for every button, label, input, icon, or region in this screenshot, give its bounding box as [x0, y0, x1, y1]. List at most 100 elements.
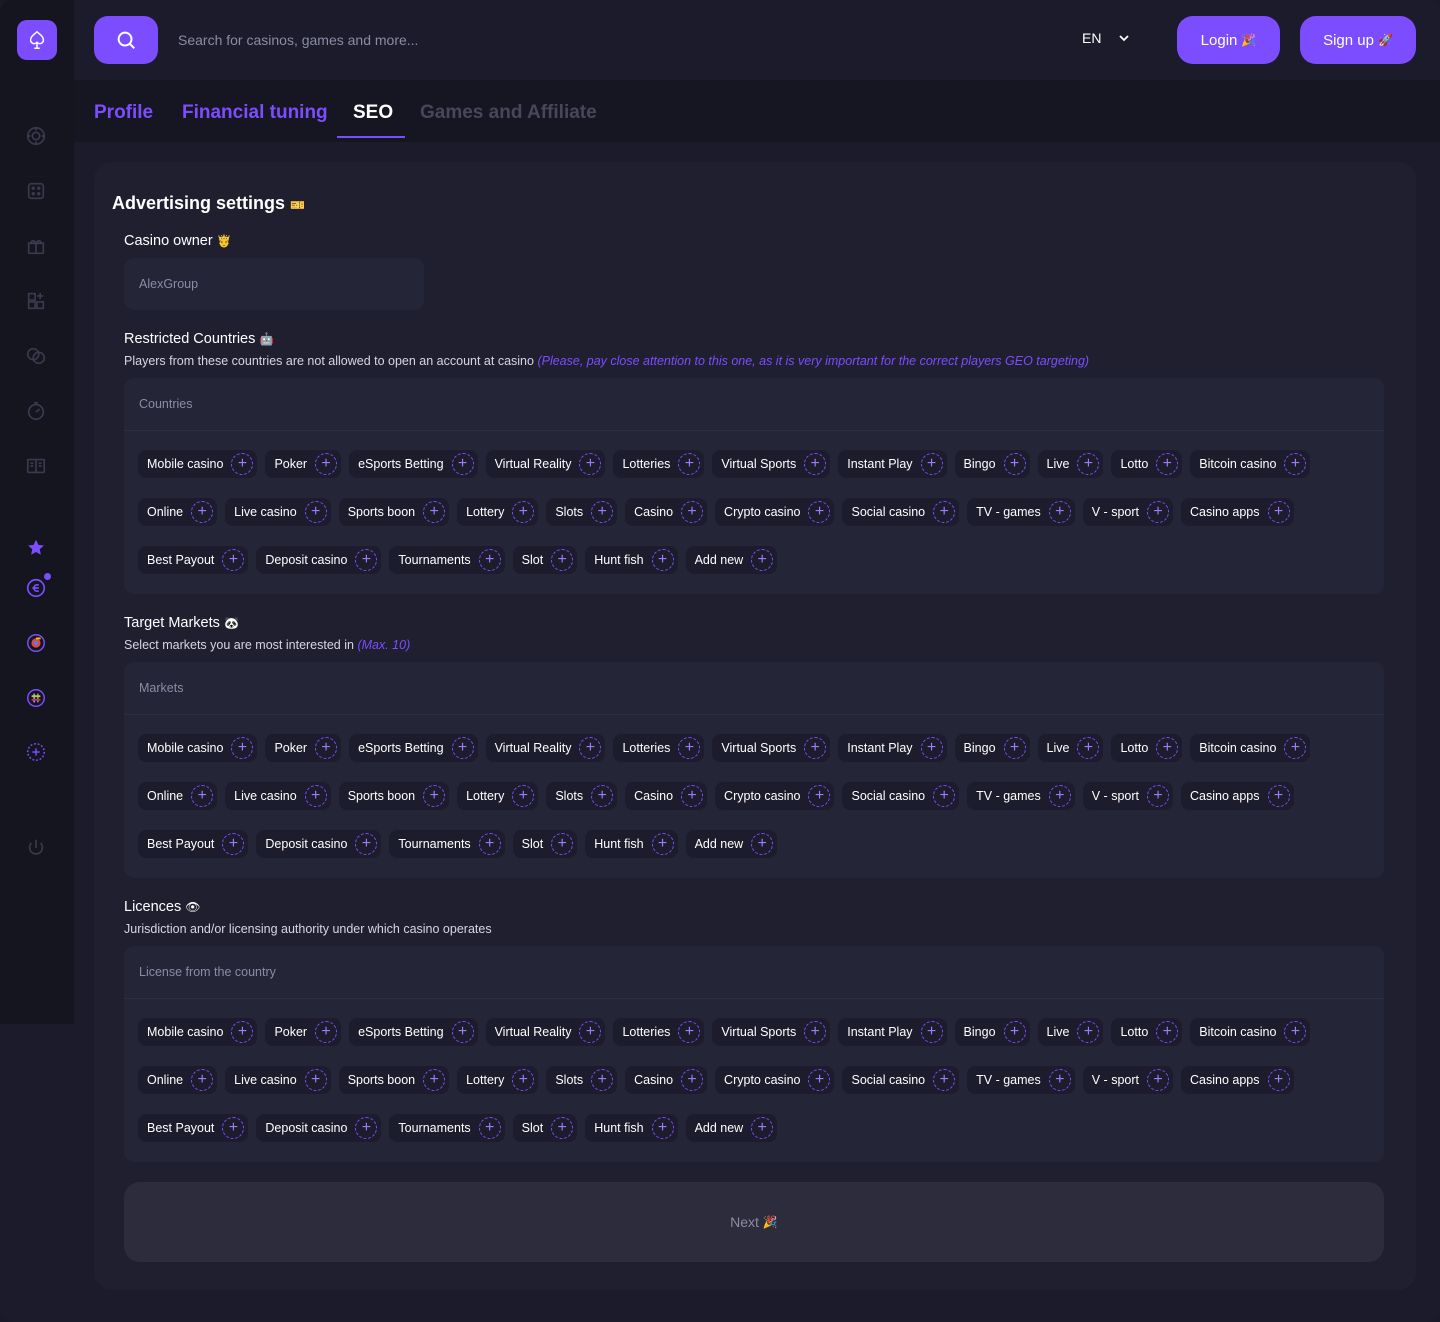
- tag-chip[interactable]: Casino apps +: [1181, 498, 1294, 526]
- plus-icon[interactable]: +: [1048, 501, 1071, 523]
- tag-chip[interactable]: Bingo +: [954, 734, 1030, 762]
- tag-chip[interactable]: Instant Play +: [838, 450, 947, 478]
- tab-games-and-affiliate[interactable]: Games and Affiliate: [420, 102, 597, 124]
- plus-icon[interactable]: +: [551, 833, 574, 855]
- tag-chip[interactable]: Best Payout +: [138, 1114, 249, 1142]
- tag-chip[interactable]: Add new +: [685, 830, 778, 858]
- search-input[interactable]: [178, 24, 698, 56]
- plus-icon[interactable]: +: [1147, 1069, 1169, 1091]
- tag-chip[interactable]: Social casino +: [842, 1066, 960, 1094]
- tag-chip[interactable]: eSports Betting +: [349, 1018, 478, 1046]
- tag-chip[interactable]: Slots +: [546, 498, 618, 526]
- plus-icon[interactable]: +: [1077, 737, 1100, 759]
- plus-icon[interactable]: +: [591, 1069, 614, 1091]
- tag-chip[interactable]: Tournaments +: [389, 546, 505, 574]
- tag-chip[interactable]: Crypto casino +: [715, 1066, 835, 1094]
- tag-chip[interactable]: Bitcoin casino +: [1190, 734, 1311, 762]
- gift-icon[interactable]: [23, 233, 49, 259]
- tag-chip[interactable]: Slot +: [512, 1114, 578, 1142]
- plus-icon[interactable]: +: [651, 833, 674, 855]
- plus-icon[interactable]: +: [579, 737, 602, 759]
- plus-icon[interactable]: +: [933, 1069, 956, 1091]
- coins-icon[interactable]: [23, 343, 49, 369]
- plus-icon[interactable]: +: [315, 1021, 338, 1043]
- tag-chip[interactable]: Lottery +: [457, 782, 539, 810]
- tag-chip[interactable]: Bitcoin casino +: [1190, 1018, 1311, 1046]
- tag-chip[interactable]: TV - games +: [967, 782, 1075, 810]
- star-icon[interactable]: [23, 535, 49, 561]
- plus-icon[interactable]: +: [1147, 785, 1169, 807]
- plus-icon[interactable]: +: [304, 501, 327, 523]
- tag-chip[interactable]: Best Payout +: [138, 546, 249, 574]
- plus-icon[interactable]: +: [191, 1069, 214, 1091]
- plus-icon[interactable]: +: [920, 1021, 943, 1043]
- plus-icon[interactable]: +: [512, 1069, 535, 1091]
- chrome-icon[interactable]: [23, 630, 49, 656]
- casino-chip-icon[interactable]: [23, 123, 49, 149]
- next-button[interactable]: Next 🎉: [124, 1182, 1384, 1262]
- tag-chip[interactable]: Lotteries +: [613, 450, 705, 478]
- plus-icon[interactable]: +: [651, 1117, 674, 1139]
- tag-chip[interactable]: Lottery +: [457, 1066, 539, 1094]
- plus-icon[interactable]: +: [222, 833, 245, 855]
- plus-icon[interactable]: +: [355, 833, 378, 855]
- tag-chip[interactable]: TV - games +: [967, 498, 1075, 526]
- plus-icon[interactable]: +: [423, 1069, 446, 1091]
- plus-icon[interactable]: +: [222, 549, 245, 571]
- tab-profile[interactable]: Profile: [94, 102, 153, 124]
- tag-chip[interactable]: Online +: [138, 782, 218, 810]
- plus-icon[interactable]: +: [920, 737, 943, 759]
- tag-chip[interactable]: eSports Betting +: [349, 450, 478, 478]
- tag-chip[interactable]: Hunt fish +: [585, 546, 678, 574]
- plus-icon[interactable]: +: [579, 453, 602, 475]
- plus-icon[interactable]: +: [751, 1117, 774, 1139]
- plus-icon[interactable]: +: [804, 1021, 827, 1043]
- tag-chip[interactable]: Lottery +: [457, 498, 539, 526]
- tag-chip[interactable]: Poker +: [265, 450, 342, 478]
- plus-icon[interactable]: +: [304, 785, 327, 807]
- tag-chip[interactable]: Live casino +: [225, 498, 331, 526]
- book-icon[interactable]: [23, 453, 49, 479]
- tag-chip[interactable]: Casino apps +: [1181, 1066, 1294, 1094]
- search-button[interactable]: [94, 16, 158, 64]
- timer-icon[interactable]: [23, 398, 49, 424]
- plus-icon[interactable]: +: [451, 1021, 474, 1043]
- plus-icon[interactable]: +: [551, 1117, 574, 1139]
- add-circle-icon[interactable]: [23, 739, 49, 765]
- power-icon[interactable]: [23, 835, 49, 861]
- tag-chip[interactable]: Casino +: [625, 498, 708, 526]
- tag-chip[interactable]: Casino +: [625, 1066, 708, 1094]
- plus-icon[interactable]: +: [1156, 453, 1179, 475]
- tag-chip[interactable]: Live +: [1037, 734, 1104, 762]
- plus-icon[interactable]: +: [423, 785, 446, 807]
- plus-icon[interactable]: +: [579, 1021, 602, 1043]
- logo[interactable]: [17, 20, 57, 60]
- plus-icon[interactable]: +: [933, 785, 956, 807]
- tag-chip[interactable]: Slot +: [512, 830, 578, 858]
- tag-chip[interactable]: Online +: [138, 1066, 218, 1094]
- plus-icon[interactable]: +: [478, 549, 501, 571]
- tag-chip[interactable]: Social casino +: [842, 498, 960, 526]
- tag-chip[interactable]: Crypto casino +: [715, 782, 835, 810]
- plus-icon[interactable]: +: [423, 501, 446, 523]
- plus-icon[interactable]: +: [315, 453, 338, 475]
- tag-chip[interactable]: Live +: [1037, 450, 1104, 478]
- tag-chip[interactable]: Casino +: [625, 782, 708, 810]
- tag-chip[interactable]: Best Payout +: [138, 830, 249, 858]
- tag-chip[interactable]: Bitcoin casino +: [1190, 450, 1311, 478]
- tag-chip[interactable]: Crypto casino +: [715, 498, 835, 526]
- plus-icon[interactable]: +: [304, 1069, 327, 1091]
- language-selector[interactable]: EN: [1082, 30, 1130, 46]
- plus-icon[interactable]: +: [804, 737, 827, 759]
- tag-chip[interactable]: Virtual Reality +: [485, 1018, 606, 1046]
- tag-chip[interactable]: Casino apps +: [1181, 782, 1294, 810]
- plus-icon[interactable]: +: [478, 833, 501, 855]
- plus-icon[interactable]: +: [1003, 1021, 1026, 1043]
- tag-chip[interactable]: Sports boon +: [338, 782, 450, 810]
- plus-icon[interactable]: +: [451, 453, 474, 475]
- tag-chip[interactable]: Online +: [138, 498, 218, 526]
- plus-icon[interactable]: +: [551, 549, 574, 571]
- tag-chip[interactable]: Virtual Reality +: [485, 450, 606, 478]
- tag-chip[interactable]: Sports boon +: [338, 1066, 450, 1094]
- plus-icon[interactable]: +: [512, 785, 535, 807]
